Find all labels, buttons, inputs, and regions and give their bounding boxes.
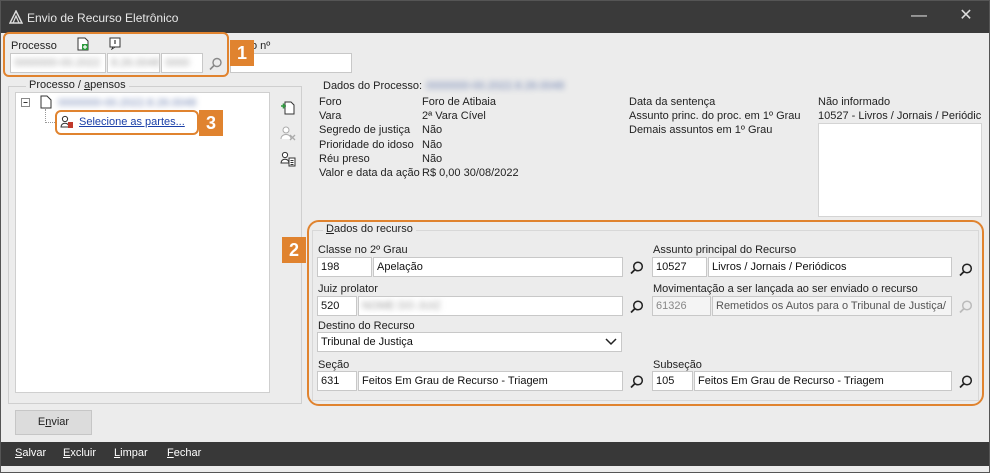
secao-code-input[interactable]: 631 [317,371,357,391]
data-sentenca-value: Não informado [818,96,891,108]
reu-preso-label: Réu preso [319,153,370,165]
enviar-button[interactable]: Enviar [15,410,92,435]
badge-2: 2 [282,237,306,263]
classe-label: Classe no 2º Grau [318,244,408,256]
assunto-code-input[interactable]: 10527 [652,257,707,277]
data-sentenca-label: Data da sentença [629,96,716,108]
reu-preso-value: Não [422,153,443,165]
processo-tree[interactable]: 0000000-00.2022.8.26.0048 Selecione as p… [15,92,270,393]
valor-value: R$ 0,00 30/08/2022 [422,167,519,179]
excluir-menu-item[interactable]: Excluir [63,447,96,459]
vara-value: 2ª Vara Cível [422,110,486,122]
minimize-button[interactable]: — [904,7,934,27]
badge-1: 1 [230,40,254,66]
remove-apenso-icon[interactable] [280,125,296,141]
minimize-icon: — [911,7,927,24]
foro-value: Foro de Atibaia [422,96,496,108]
close-button[interactable]: ✕ [951,7,981,27]
demais-assuntos-label: Demais assuntos em 1º Grau [629,124,773,136]
highlight-box-1 [3,32,229,77]
subsecao-text-input[interactable]: Feitos Em Grau de Recurso - Triagem [694,371,952,391]
assunto-text-input[interactable]: Livros / Jornais / Periódicos [708,257,952,277]
title-bar: Envio de Recurso Eletrônico — ✕ [1,1,989,33]
close-icon: ✕ [959,7,973,24]
movimentacao-code-input: 61326 [652,296,711,316]
prioridade-value: Não [422,139,443,151]
assunto-princ-value: 10527 - Livros / Jornais / Periódic [818,110,982,122]
dados-recurso-header: Dados do recurso [323,223,416,235]
highlight-box-3 [55,110,199,135]
add-apenso-icon[interactable] [280,99,296,115]
destino-label: Destino do Recurso [318,320,415,332]
search-secao-icon[interactable] [629,374,645,390]
demais-assuntos-list[interactable] [818,123,982,217]
segredo-value: Não [422,124,443,136]
main-window: Envio de Recurso Eletrônico — ✕ Processo… [0,0,990,473]
chevron-down-icon [605,338,617,346]
secao-text-input[interactable]: Feitos Em Grau de Recurso - Triagem [358,371,623,391]
app-icon [9,10,23,24]
processo-apensos-label: Processo / apensos [26,79,129,91]
tree-root-item[interactable]: 0000000-00.2022.8.26.0048 [58,97,196,109]
search-classe-icon[interactable] [629,260,645,276]
movimentacao-text-input: Remetidos os Autos para o Tribunal de Ju… [712,296,952,316]
valor-label: Valor e data da ação [319,167,420,179]
juiz-code-input[interactable]: 520 [317,296,357,316]
window-title: Envio de Recurso Eletrônico [27,11,179,25]
bottom-toolbar: Salvar Excluir Limpar Fechar [1,442,989,466]
foro-label: Foro [319,96,342,108]
juiz-name-input[interactable]: NOME DO JUIZ [358,296,623,316]
destino-select[interactable]: Tribunal de Justiça [317,332,622,352]
prioridade-label: Prioridade do idoso [319,139,414,151]
search-juiz-icon[interactable] [629,299,645,315]
collapse-icon[interactable] [21,98,31,108]
secao-label: Seção [318,359,350,371]
assunto-recurso-label: Assunto principal do Recurso [653,244,797,256]
juiz-label: Juiz prolator [318,283,378,295]
subsecao-code-input[interactable]: 105 [652,371,693,391]
fechar-menu-item[interactable]: Fechar [167,447,201,459]
classe-text-input[interactable]: Apelação [373,257,623,277]
dados-processo-header: Dados do Processo: [323,80,423,92]
movimentacao-label: Movimentação a ser lançada ao ser enviad… [653,283,918,295]
search-subsecao-icon[interactable] [958,374,974,390]
search-movimentacao-icon [959,300,973,314]
document-icon [40,95,52,109]
search-assunto-icon[interactable] [958,262,974,278]
badge-3: 3 [199,110,223,136]
classe-code-input[interactable]: 198 [317,257,372,277]
salvar-menu-item[interactable]: Salvar [15,447,46,459]
vara-label: Vara [319,110,342,122]
dados-processo-number: 0000000-00.2022.8.26.0048 [426,80,565,92]
limpar-menu-item[interactable]: Limpar [114,447,148,459]
partes-list-icon[interactable] [280,151,296,167]
assunto-princ-label: Assunto princ. do proc. em 1º Grau [629,110,801,122]
segredo-label: Segredo de justiça [319,124,411,136]
subsecao-label: Subseção [653,359,702,371]
